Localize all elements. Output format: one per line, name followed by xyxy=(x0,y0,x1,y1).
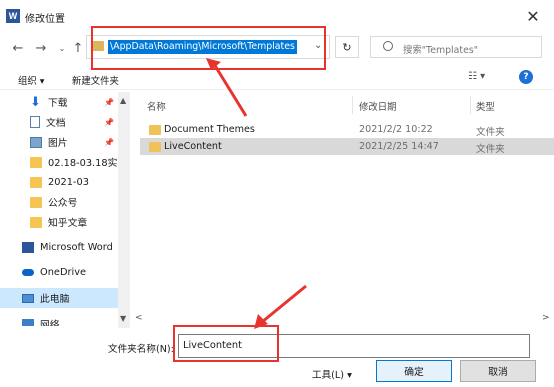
annotation-arrows xyxy=(206,58,307,329)
annotation-arrow-up xyxy=(212,63,248,117)
annotation-arrow-down xyxy=(261,284,307,324)
annotation-arrowhead-up xyxy=(206,58,221,70)
annotation-arrowhead-down xyxy=(254,314,268,329)
